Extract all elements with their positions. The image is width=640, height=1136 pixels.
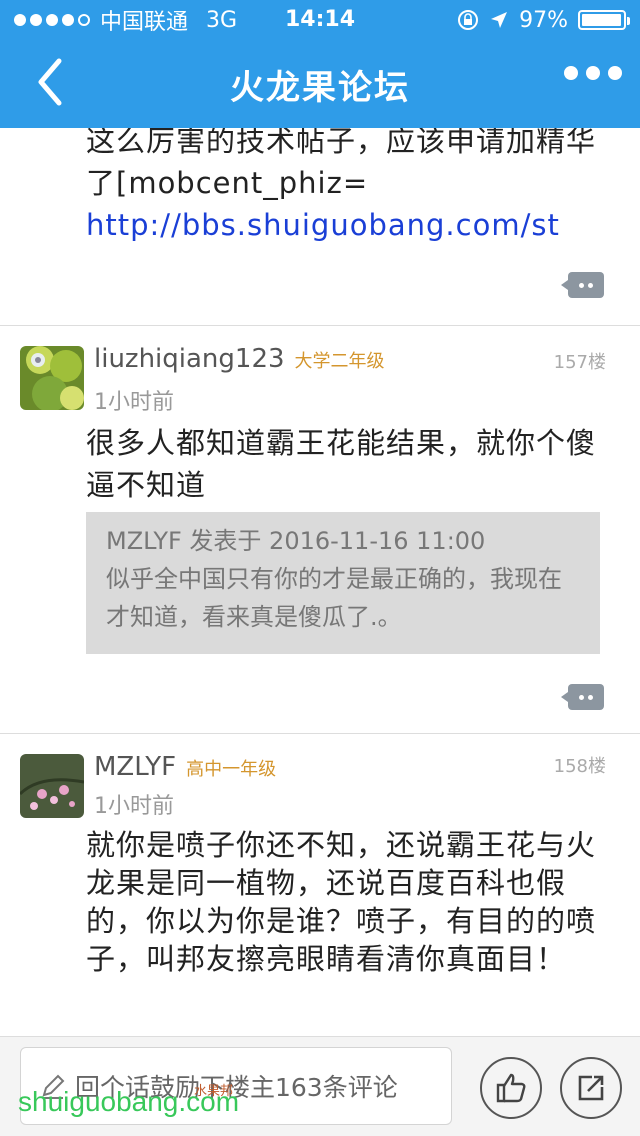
header: 中国联通 3G 14:14 97% 火龙果论坛 (0, 0, 640, 128)
username[interactable]: MZLYF (94, 752, 176, 782)
watermark-small-text: 水果邦 (194, 1083, 234, 1098)
thumbs-up-icon (496, 1073, 526, 1103)
avatar[interactable] (20, 346, 84, 410)
user-level: 高中一年级 (186, 759, 277, 780)
quote-header: MZLYF 发表于 2016-11-16 11:00 (106, 527, 486, 555)
thread-content: 这么厉害的技术帖子，应该申请加精华了[mobcent_phiz= http://… (0, 128, 640, 1008)
reply-bubble-icon[interactable] (561, 684, 604, 710)
reply-post: 这么厉害的技术帖子，应该申请加精华了[mobcent_phiz= http://… (0, 128, 640, 326)
post-link[interactable]: http://bbs.shuiguobang.com/st (86, 208, 560, 242)
reply-post: liuzhiqiang123 大学二年级 157楼 1小时前 很多人都知道霸王花能… (0, 326, 640, 734)
like-button[interactable] (480, 1057, 542, 1119)
chevron-left-icon[interactable] (26, 54, 74, 110)
username[interactable]: liuzhiqiang123 (94, 344, 285, 374)
post-text: 很多人都知道霸王花能结果，就你个傻逼不知道 (86, 426, 597, 502)
post-text: 这么厉害的技术帖子，应该申请加精华了[mobcent_phiz= (86, 128, 597, 200)
status-bar: 中国联通 3G 14:14 97% (0, 0, 640, 40)
share-icon (578, 1075, 604, 1101)
post-text: 就你是喷子你还不知，还说霸王花与火龙果是同一植物，还说百度百科也假的，你以为你是… (86, 828, 597, 976)
battery-icon (578, 10, 630, 30)
quote-block: MZLYF 发表于 2016-11-16 11:00 似乎全中国只有你的才是最正… (86, 512, 600, 654)
reply-post: MZLYF 高中一年级 158楼 1小时前 就你是喷子你还不知，还说霸王花与火龙果… (0, 734, 640, 1008)
page-title: 火龙果论坛 (230, 67, 410, 108)
floor-number: 157楼 (553, 352, 606, 373)
reply-bubble-icon[interactable] (561, 272, 604, 298)
share-button[interactable] (560, 1057, 622, 1119)
post-time: 1小时前 (94, 390, 174, 415)
post-time: 1小时前 (94, 794, 174, 819)
avatar[interactable] (20, 754, 84, 818)
nav-bar: 火龙果论坛 (0, 40, 640, 128)
quote-text: 似乎全中国只有你的才是最正确的，我现在才知道，看来真是傻瓜了.。 (106, 565, 562, 631)
more-dots-icon[interactable] (564, 66, 622, 80)
user-level: 大学二年级 (294, 351, 385, 372)
clock: 14:14 (284, 7, 356, 32)
watermark: shuiguobang.com 水果邦 (18, 1083, 239, 1118)
floor-number: 158楼 (553, 756, 606, 777)
